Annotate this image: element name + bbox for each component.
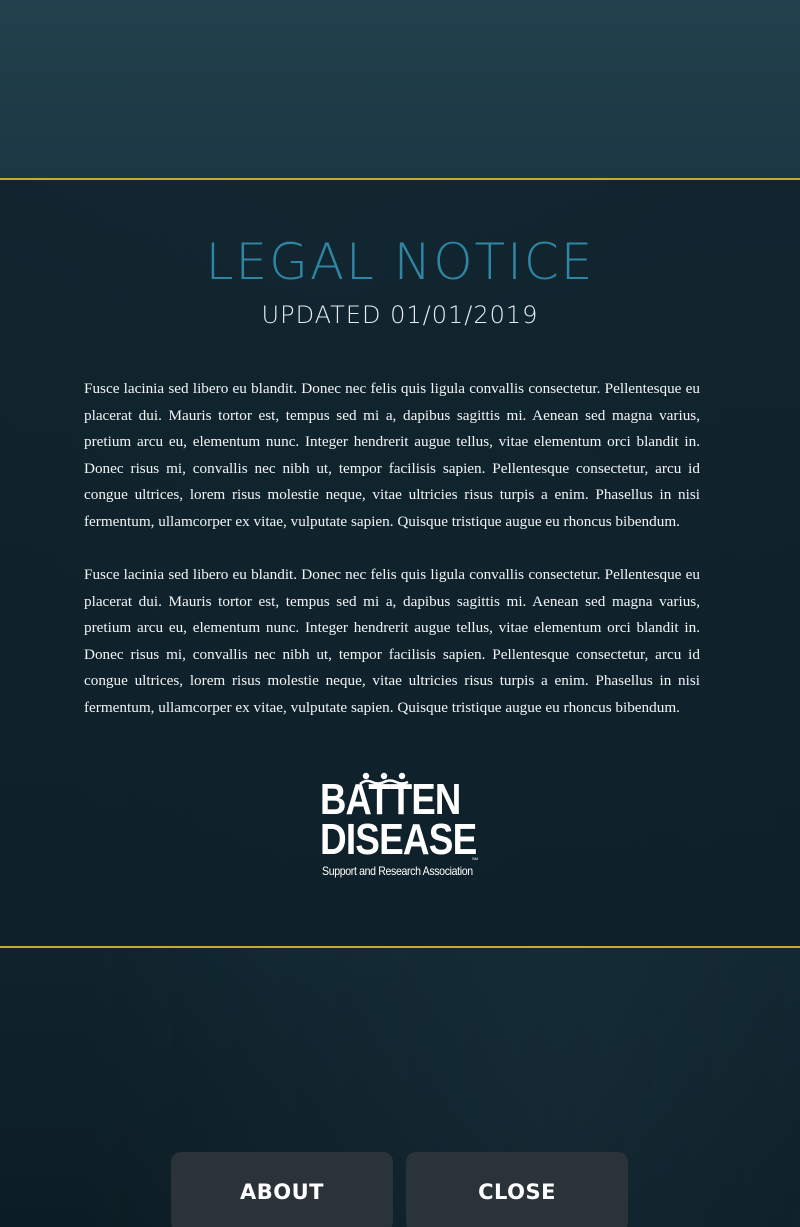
bottom-divider xyxy=(0,946,800,948)
page-title: LEGAL NOTICE xyxy=(205,233,595,291)
logo-service-mark: SM xyxy=(472,856,478,861)
header-band xyxy=(0,0,800,179)
logo-tagline: Support and Research Association xyxy=(322,864,473,878)
legal-paragraph-1: Fusce lacinia sed libero eu blandit. Don… xyxy=(84,380,700,530)
close-button[interactable]: CLOSE xyxy=(406,1152,628,1227)
about-button[interactable]: ABOUT xyxy=(171,1152,393,1227)
logo-word-disease: DISEASE xyxy=(320,815,477,864)
top-divider xyxy=(0,178,800,180)
updated-date: UPDATED 01/01/2019 xyxy=(261,301,539,329)
batten-disease-logo: BATTEN DISEASE SM Support and Research A… xyxy=(320,772,480,882)
legal-paragraph-2: Fusce lacinia sed libero eu blandit. Don… xyxy=(84,566,700,716)
